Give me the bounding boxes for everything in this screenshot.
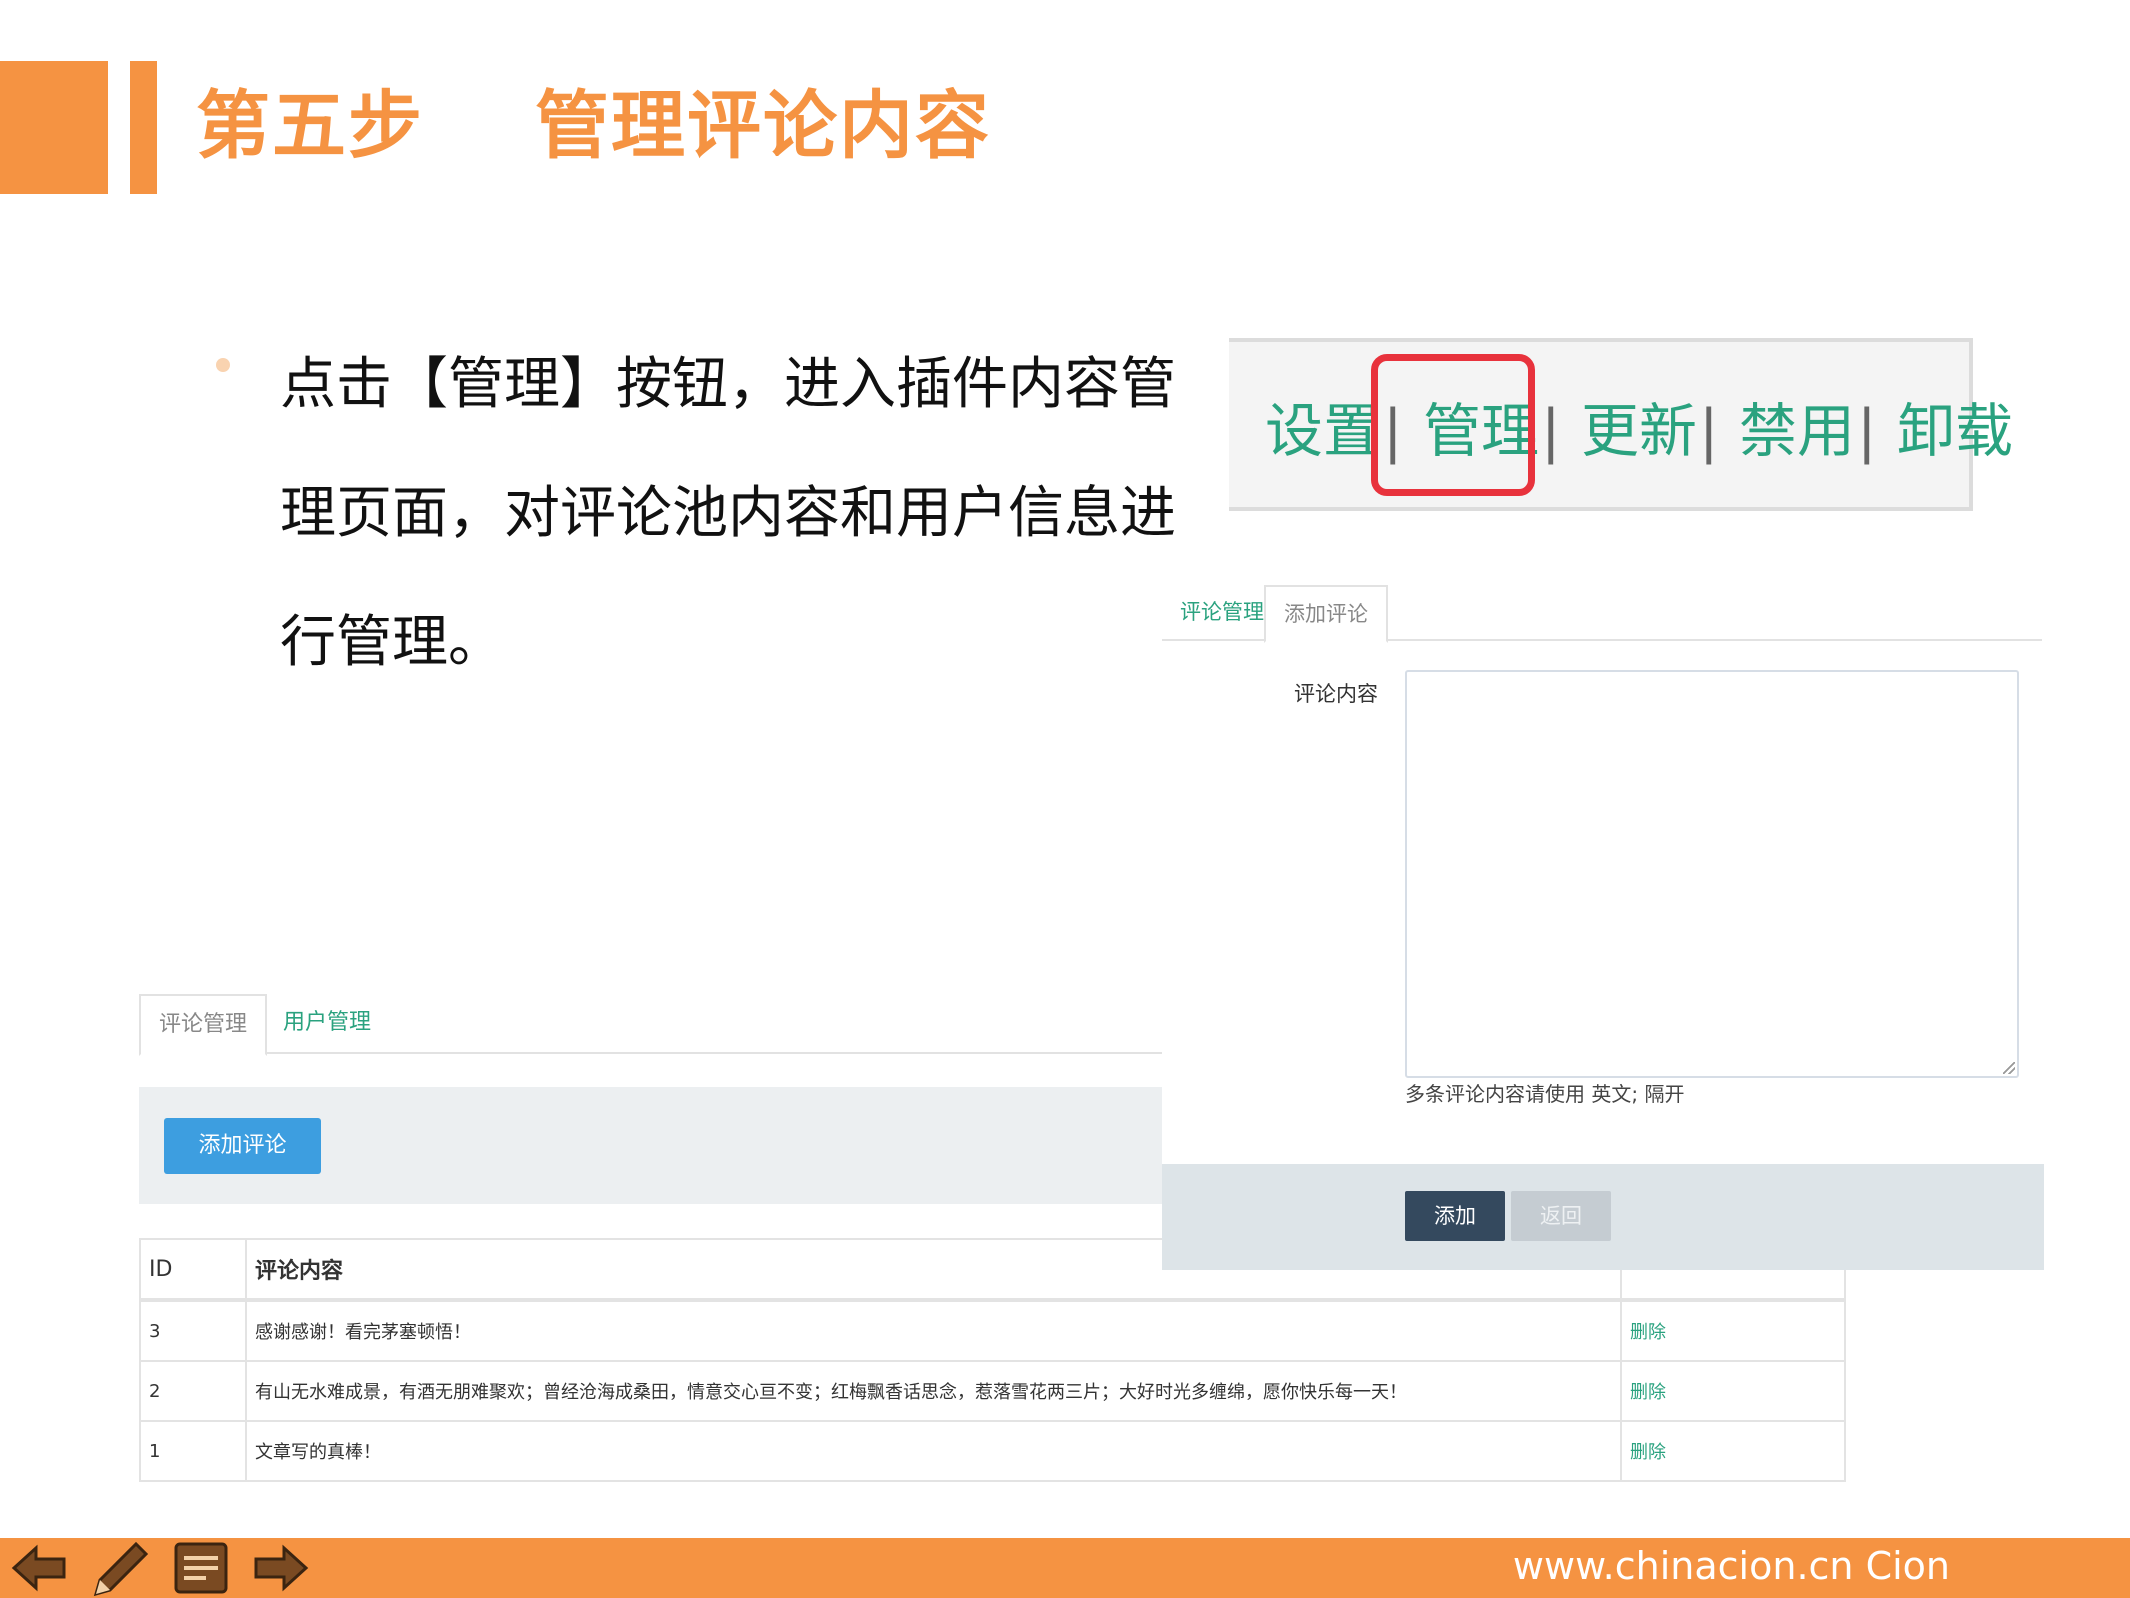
separator: |: [1541, 397, 1561, 465]
uninstall-link[interactable]: 卸载: [1897, 397, 2013, 465]
plugin-action-bar: 设置| 管理| 更新| 禁用| 卸载: [1229, 338, 2013, 511]
row-content: 感谢感谢！看完茅塞顿悟！: [245, 1299, 1622, 1362]
delete-link[interactable]: 删除: [1620, 1420, 1846, 1482]
disable-link[interactable]: 禁用: [1739, 397, 1855, 465]
bullet-text: 点击【管理】按钮，进入插件内容管理页面，对评论池内容和用户信息进行管理。: [280, 352, 1176, 675]
delete-link[interactable]: 删除: [1620, 1299, 1846, 1362]
bullet-dot: [216, 358, 230, 372]
tab-user-manage[interactable]: 用户管理: [265, 994, 389, 1052]
separator: |: [1857, 397, 1877, 465]
comment-table: ID 评论内容 3 感谢感谢！看完茅塞顿悟！ 删除 2 有山无水难成景，有酒无朋…: [139, 1238, 1846, 1482]
update-link[interactable]: 更新: [1581, 397, 1697, 465]
add-panel-tabs: 评论管理 添加评论: [1162, 585, 2042, 643]
arrow-left-icon[interactable]: [10, 1538, 70, 1598]
header-accent-block: [0, 61, 108, 194]
comment-hint: 多条评论内容请使用 英文; 隔开: [1405, 1082, 1685, 1106]
add-comment-button[interactable]: 添加评论: [164, 1118, 321, 1174]
back-button[interactable]: 返回: [1511, 1191, 1611, 1241]
manage-panel-tabs: 评论管理 用户管理: [139, 994, 1162, 1056]
footer-bar: www.chinacion.cn Cion: [0, 1538, 2130, 1598]
arrow-right-icon[interactable]: [250, 1538, 310, 1598]
row-id: 1: [139, 1420, 247, 1482]
tab-comment-manage-active[interactable]: 评论管理: [139, 994, 268, 1056]
delete-link[interactable]: 删除: [1620, 1360, 1846, 1422]
settings-link[interactable]: 设置: [1265, 397, 1381, 465]
comment-content-label: 评论内容: [1294, 682, 1378, 706]
tab-add-comment[interactable]: 添加评论: [1264, 585, 1388, 643]
table-row: 3 感谢感谢！看完茅塞顿悟！ 删除: [139, 1299, 1846, 1362]
row-content: 文章写的真棒！: [245, 1420, 1622, 1482]
footer-url: www.chinacion.cn Cion: [1512, 1544, 1950, 1588]
add-button[interactable]: 添加: [1405, 1191, 1505, 1241]
table-row: 2 有山无水难成景，有酒无朋难聚欢；曾经沧海成桑田，情意交心亘不变；红梅飘香话思…: [139, 1360, 1846, 1422]
form-button-bar: 添加 返回: [1162, 1164, 2044, 1270]
pencil-icon[interactable]: [88, 1538, 152, 1598]
manage-highlight-box: [1371, 354, 1535, 496]
row-id: 3: [139, 1299, 247, 1362]
column-header-id: ID: [139, 1238, 247, 1302]
separator: |: [1699, 397, 1719, 465]
row-content: 有山无水难成景，有酒无朋难聚欢；曾经沧海成桑田，情意交心亘不变；红梅飘香话思念，…: [245, 1360, 1622, 1422]
comment-content-textarea[interactable]: [1405, 670, 2019, 1078]
page-title: 第五步 管理评论内容: [196, 83, 992, 169]
table-row: 1 文章写的真棒！ 删除: [139, 1420, 1846, 1482]
note-icon[interactable]: [172, 1538, 230, 1598]
header-accent-bar: [130, 61, 157, 194]
manage-toolbar: 添加评论: [139, 1087, 1162, 1204]
resize-handle-icon[interactable]: [2003, 1062, 2015, 1074]
row-id: 2: [139, 1360, 247, 1422]
